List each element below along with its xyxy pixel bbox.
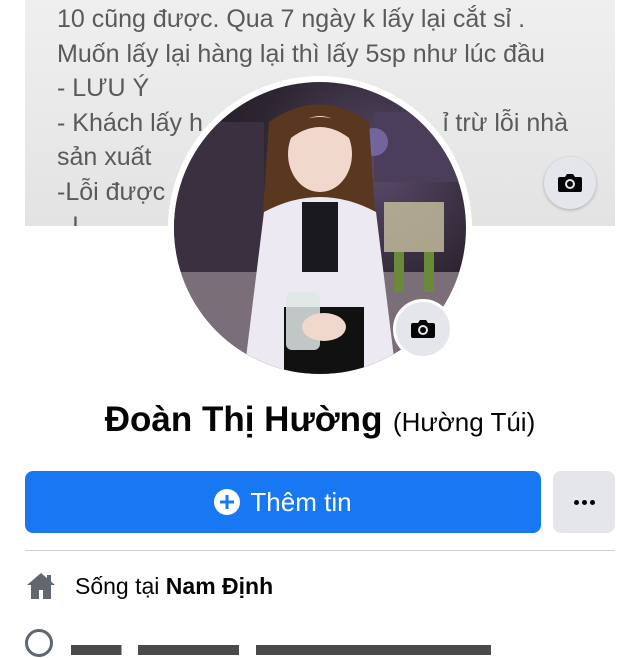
profile-nickname: (Hường Túi) bbox=[392, 407, 536, 437]
more-options-button[interactable] bbox=[553, 471, 615, 533]
partial-info-row bbox=[25, 628, 615, 658]
more-horizontal-icon bbox=[589, 499, 595, 505]
profile-name: Đoàn Thị Hường bbox=[104, 400, 383, 439]
cover-line: 10 cũng được. Qua 7 ngày k lấy lại cắt s… bbox=[57, 5, 526, 33]
lives-in-prefix: Sống tại bbox=[75, 572, 160, 599]
avatar-camera-button[interactable] bbox=[393, 299, 453, 359]
add-info-label: Thêm tin bbox=[250, 486, 352, 517]
home-icon bbox=[27, 573, 55, 599]
add-info-button[interactable]: Thêm tin bbox=[25, 471, 541, 533]
camera-icon bbox=[411, 320, 435, 338]
divider bbox=[25, 550, 615, 551]
cover-line: Muốn lấy lại hàng lại thì lấy 5sp như lú… bbox=[57, 39, 545, 68]
partial-info-text bbox=[71, 645, 491, 655]
more-horizontal-icon bbox=[581, 499, 587, 505]
more-horizontal-icon bbox=[573, 499, 579, 505]
info-icon bbox=[25, 629, 53, 657]
lives-in-city: Nam Định bbox=[165, 572, 274, 599]
camera-icon bbox=[558, 174, 582, 192]
profile-name-row: Đoàn Thị Hường (Hường Túi) bbox=[0, 400, 640, 440]
lives-in-text: Sống tại Nam Định bbox=[75, 573, 273, 600]
cover-camera-button[interactable] bbox=[544, 157, 596, 209]
lives-in-row: Sống tại Nam Định bbox=[25, 566, 615, 606]
plus-circle-icon bbox=[214, 489, 241, 515]
